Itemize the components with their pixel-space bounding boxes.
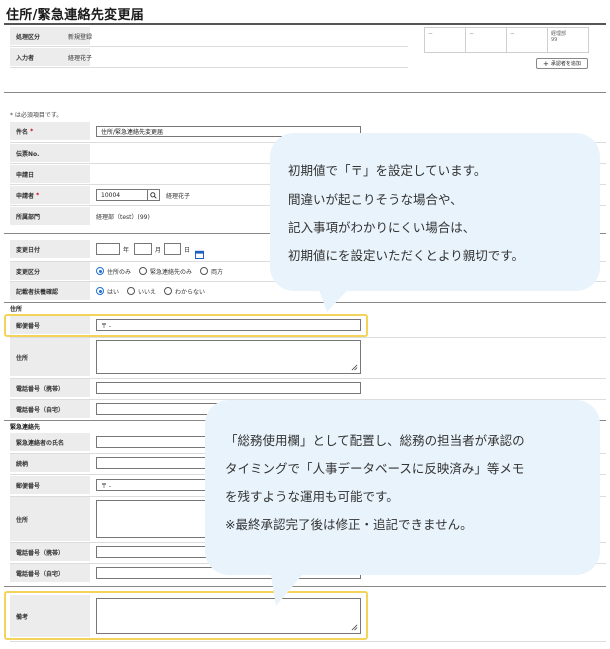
year-input[interactable] [96, 243, 120, 255]
address-textarea[interactable] [96, 340, 361, 374]
day-unit: 日 [184, 246, 191, 254]
emergency-postal-label: 郵便番号 [10, 476, 90, 494]
radio-label: はい [107, 288, 120, 296]
radio-emergency-only[interactable] [139, 267, 148, 275]
confirm-options: はい いいえ わからない [96, 282, 205, 300]
callout-text: 間違いが起こりそうな場合や、 [288, 192, 463, 207]
change-type-label: 変更区分 [10, 262, 90, 280]
radio-both[interactable] [200, 267, 209, 275]
search-icon [150, 191, 157, 199]
department-label: 所属部門 [10, 207, 90, 225]
address-section-label: 住所 [10, 306, 23, 313]
department-value: 経理部（test）(99) [96, 213, 150, 221]
divider [10, 46, 408, 47]
change-type-options: 住所のみ 緊急連絡先のみ 両方 [96, 262, 223, 280]
callout-bubble-postal: 初期値で「〒」を設定しています。 間違いが起こりそうな場合や、 記入事項がわかり… [270, 133, 600, 291]
process-value: 新規登録 [68, 33, 93, 41]
year-unit: 年 [123, 246, 130, 254]
callout-text: 初期値にを設定いただくとより親切です。 [288, 248, 525, 263]
add-approver-label: 承認者を追加 [550, 61, 581, 67]
home-phone-label: 電話番号（自宅） [10, 400, 90, 418]
emergency-name-label: 緊急連絡者の氏名 [10, 433, 90, 451]
approval-cell: － [465, 27, 507, 53]
change-date-label: 変更日付 [10, 240, 90, 258]
radio-label: 住所のみ [107, 268, 132, 276]
applicant-search-button[interactable] [147, 189, 160, 201]
emergency-address-label: 住所 [10, 497, 90, 541]
callout-bubble-remarks: 「総務使用欄」として配置し、総務の担当者が承認の タイミングで「人事データベース… [205, 400, 600, 575]
postal-highlight [4, 314, 368, 337]
radio-no[interactable] [127, 287, 136, 295]
required-note: * は必須項目です。 [10, 112, 63, 119]
mobile-input[interactable] [96, 382, 361, 394]
page-title: 住所/緊急連絡先変更届 [6, 8, 145, 23]
plus-icon: + [543, 59, 549, 68]
confirm-label: 記載者扶養確認 [10, 282, 90, 300]
mobile-label: 電話番号（携帯） [10, 379, 90, 397]
address-label: 住所 [10, 338, 90, 376]
title-divider [4, 23, 606, 25]
divider [10, 67, 408, 68]
callout-text: タイミングで「人事データベースに反映済み」等メモ [225, 461, 525, 476]
approval-cell-approver: 経理部 99 [547, 27, 589, 53]
resize-grip-icon [351, 364, 358, 371]
day-input[interactable] [164, 243, 181, 255]
radio-label: 両方 [211, 268, 224, 276]
section-divider [4, 302, 606, 303]
applicant-name: 経理花子 [166, 192, 191, 200]
callout-text: 「総務使用欄」として配置し、総務の担当者が承認の [225, 433, 525, 448]
applicant-label: 申請者 * [10, 186, 90, 204]
entrant-value: 経理花子 [68, 54, 93, 62]
emergency-mobile-label: 電話番号（携帯） [10, 543, 90, 561]
divider [10, 337, 606, 338]
radio-address-only[interactable] [96, 267, 104, 275]
radio-label: 緊急連絡先のみ [150, 268, 193, 276]
callout-pointer [317, 284, 353, 312]
radio-label: いいえ [138, 288, 157, 296]
callout-pointer [270, 568, 308, 606]
applicant-code-input[interactable]: 10004 [96, 189, 148, 201]
remarks-highlight [4, 591, 368, 640]
subject-label: 件名 * [10, 122, 90, 140]
radio-label: わからない [175, 288, 206, 296]
divider [10, 641, 606, 642]
callout-text: ※最終承認完了後は修正・追記できません。 [225, 517, 473, 532]
radio-yes[interactable] [96, 287, 104, 295]
section-divider [4, 92, 606, 93]
relation-label: 続柄 [10, 454, 90, 472]
divider [10, 378, 606, 379]
approval-cell: － [506, 27, 548, 53]
callout-text: 記入事項がわかりにくい場合は、 [288, 220, 476, 235]
callout-text: を残すような運用も可能です。 [225, 489, 399, 504]
month-input[interactable] [134, 243, 152, 255]
month-unit: 月 [155, 246, 162, 254]
emergency-home-label: 電話番号（自宅） [10, 564, 90, 582]
add-approver-button[interactable]: + 承認者を追加 [536, 58, 588, 69]
callout-text: 初期値で「〒」を設定しています。 [288, 163, 487, 178]
slip-no-label: 伝票No. [10, 144, 90, 162]
approval-cell: － [424, 27, 466, 53]
emergency-section-label: 緊急連絡先 [10, 424, 41, 431]
radio-unknown[interactable] [164, 287, 173, 295]
apply-date-label: 申請日 [10, 165, 90, 183]
